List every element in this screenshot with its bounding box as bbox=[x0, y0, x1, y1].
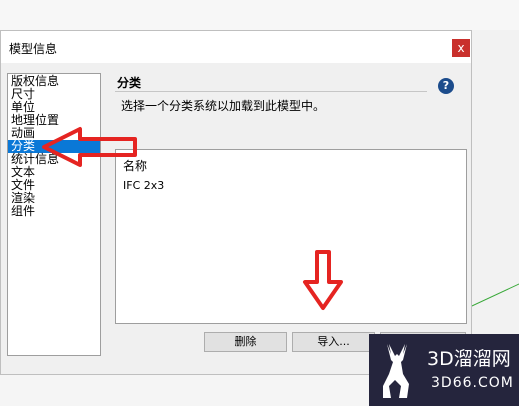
down-arrow-annotation bbox=[303, 250, 343, 310]
deer-icon bbox=[383, 344, 409, 398]
watermark-title: 3D溜溜网 bbox=[427, 348, 511, 370]
left-arrow-annotation bbox=[42, 127, 137, 167]
site-watermark: 3D溜溜网 3D66.COM bbox=[369, 334, 519, 406]
watermark-subtitle: 3D66.COM bbox=[431, 375, 514, 391]
